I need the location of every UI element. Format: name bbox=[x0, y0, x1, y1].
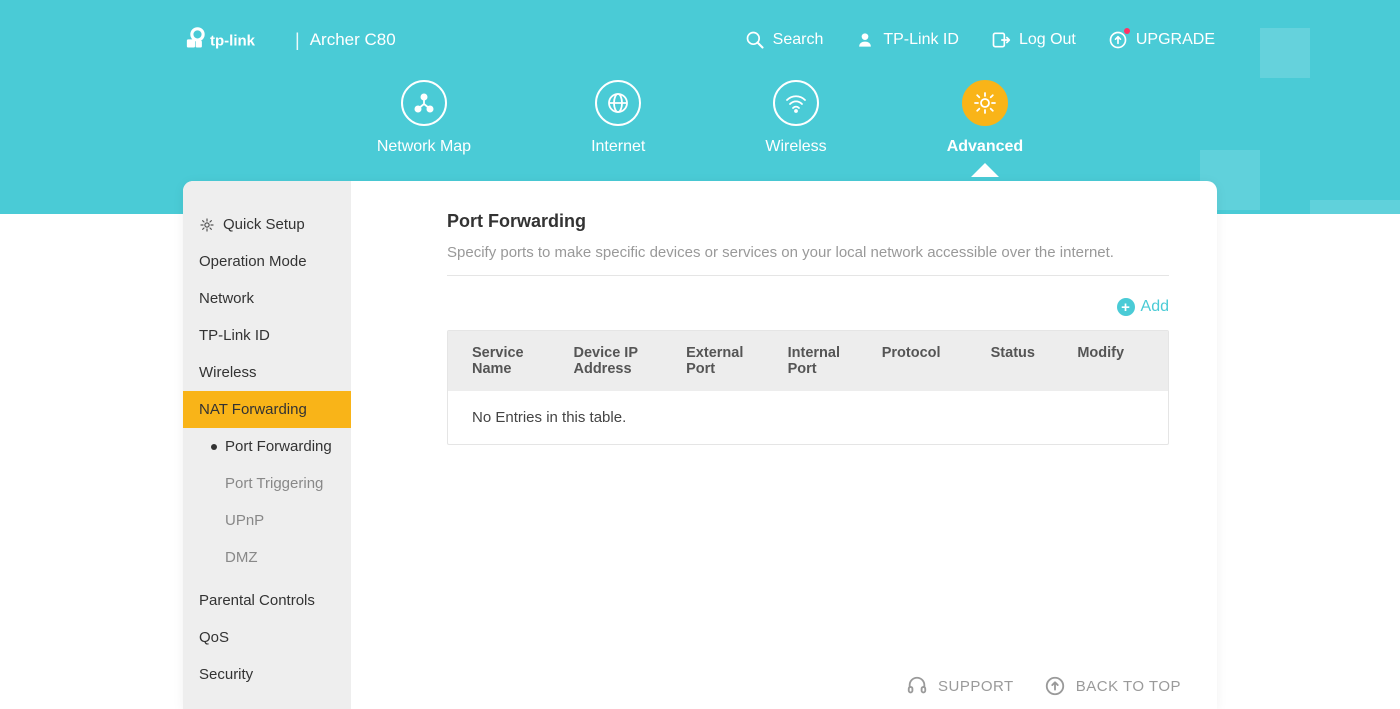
sidebar-label: Wireless bbox=[199, 364, 257, 381]
tab-label: Advanced bbox=[947, 138, 1023, 156]
main-panel: Quick Setup Operation Mode Network TP-Li… bbox=[183, 181, 1217, 709]
gear-icon bbox=[973, 91, 997, 115]
tplink-id-label: TP-Link ID bbox=[883, 31, 959, 49]
table-body-empty: No Entries in this table. bbox=[448, 391, 1168, 444]
tab-wireless[interactable]: Wireless bbox=[765, 80, 826, 156]
sidebar-label: Network bbox=[199, 290, 254, 307]
back-to-top-label: BACK TO TOP bbox=[1076, 678, 1181, 695]
brand-logo[interactable]: tp-link | Archer C80 bbox=[185, 20, 396, 60]
back-to-top-button[interactable]: BACK TO TOP bbox=[1044, 675, 1181, 697]
upgrade-button[interactable]: UPGRADE bbox=[1108, 30, 1215, 50]
bullet-icon bbox=[211, 444, 217, 450]
sidebar-label: Operation Mode bbox=[199, 253, 307, 270]
table-header: Service Name Device IP Address External … bbox=[448, 331, 1168, 391]
logo-divider: | bbox=[295, 30, 300, 51]
sidebar-label: NAT Forwarding bbox=[199, 401, 307, 418]
network-map-icon bbox=[412, 91, 436, 115]
col-service-name: Service Name bbox=[472, 345, 554, 377]
content-area: Port Forwarding Specify ports to make sp… bbox=[351, 181, 1217, 709]
sidebar-label: Quick Setup bbox=[223, 216, 305, 233]
sidebar-item-parental-controls[interactable]: Parental Controls bbox=[183, 582, 351, 619]
sidebar-item-operation-mode[interactable]: Operation Mode bbox=[183, 243, 351, 280]
model-name: Archer C80 bbox=[310, 30, 396, 50]
sidebar-item-security[interactable]: Security bbox=[183, 656, 351, 693]
col-external-port: External Port bbox=[686, 345, 768, 377]
support-label: SUPPORT bbox=[938, 678, 1014, 695]
headset-icon bbox=[906, 675, 928, 697]
arrow-up-circle-icon bbox=[1044, 675, 1066, 697]
logout-label: Log Out bbox=[1019, 31, 1076, 49]
sidebar-sub-dmz[interactable]: DMZ bbox=[183, 539, 351, 576]
cloud-id-icon bbox=[855, 30, 875, 50]
col-device-ip: Device IP Address bbox=[574, 345, 667, 377]
support-button[interactable]: SUPPORT bbox=[906, 675, 1014, 697]
logout-icon bbox=[991, 30, 1011, 50]
tplink-logo-icon: tp-link bbox=[185, 20, 285, 60]
sidebar-sub-label: DMZ bbox=[225, 549, 258, 566]
sidebar-item-tplink-id[interactable]: TP-Link ID bbox=[183, 317, 351, 354]
tab-label: Wireless bbox=[765, 138, 826, 156]
sidebar-label: Security bbox=[199, 666, 253, 683]
tab-label: Internet bbox=[591, 138, 645, 156]
sidebar-label: QoS bbox=[199, 629, 229, 646]
sidebar-sub-label: Port Triggering bbox=[225, 475, 323, 492]
tab-advanced[interactable]: Advanced bbox=[947, 80, 1023, 156]
upgrade-label: UPGRADE bbox=[1136, 31, 1215, 49]
top-actions: Search TP-Link ID Log Out UPGRADE bbox=[745, 30, 1215, 50]
col-internal-port: Internal Port bbox=[788, 345, 862, 377]
port-forwarding-table: Service Name Device IP Address External … bbox=[447, 330, 1169, 445]
sidebar-sub-label: Port Forwarding bbox=[225, 438, 332, 455]
sidebar-item-quick-setup[interactable]: Quick Setup bbox=[183, 206, 351, 243]
globe-icon bbox=[606, 91, 630, 115]
gear-icon bbox=[199, 217, 215, 233]
sidebar-item-qos[interactable]: QoS bbox=[183, 619, 351, 656]
tab-internet[interactable]: Internet bbox=[591, 80, 645, 156]
col-modify: Modify bbox=[1077, 345, 1144, 377]
footer-actions: SUPPORT BACK TO TOP bbox=[906, 675, 1181, 697]
sidebar-item-nat-forwarding[interactable]: NAT Forwarding bbox=[183, 391, 351, 428]
sidebar-sub-port-forwarding[interactable]: Port Forwarding bbox=[183, 428, 351, 465]
sidebar-label: TP-Link ID bbox=[199, 327, 270, 344]
tab-network-map[interactable]: Network Map bbox=[377, 80, 471, 156]
sidebar-label: Parental Controls bbox=[199, 592, 315, 609]
add-button[interactable]: + Add bbox=[1117, 298, 1169, 316]
sidebar-item-wireless[interactable]: Wireless bbox=[183, 354, 351, 391]
search-button[interactable]: Search bbox=[745, 30, 824, 50]
sidebar-sub-label: UPnP bbox=[225, 512, 264, 529]
svg-text:tp-link: tp-link bbox=[210, 33, 256, 50]
banner-decoration bbox=[1310, 200, 1400, 214]
sidebar-item-network[interactable]: Network bbox=[183, 280, 351, 317]
col-status: Status bbox=[991, 345, 1058, 377]
tab-label: Network Map bbox=[377, 138, 471, 156]
top-bar: tp-link | Archer C80 Search TP-Link ID L… bbox=[0, 20, 1400, 60]
col-protocol: Protocol bbox=[882, 345, 971, 377]
sidebar-sub-port-triggering[interactable]: Port Triggering bbox=[183, 465, 351, 502]
add-label: Add bbox=[1141, 298, 1169, 316]
upgrade-notification-dot bbox=[1124, 28, 1130, 34]
search-icon bbox=[745, 30, 765, 50]
page-title: Port Forwarding bbox=[447, 211, 1169, 232]
page-description: Specify ports to make specific devices o… bbox=[447, 244, 1169, 276]
main-nav-tabs: Network Map Internet Wireless Advanced bbox=[0, 80, 1400, 156]
search-label: Search bbox=[773, 31, 824, 49]
wifi-icon bbox=[784, 91, 808, 115]
logout-button[interactable]: Log Out bbox=[991, 30, 1076, 50]
sidebar-sub-upnp[interactable]: UPnP bbox=[183, 502, 351, 539]
sidebar: Quick Setup Operation Mode Network TP-Li… bbox=[183, 181, 351, 709]
plus-icon: + bbox=[1117, 298, 1135, 316]
tplink-id-button[interactable]: TP-Link ID bbox=[855, 30, 959, 50]
add-row: + Add bbox=[447, 276, 1169, 330]
